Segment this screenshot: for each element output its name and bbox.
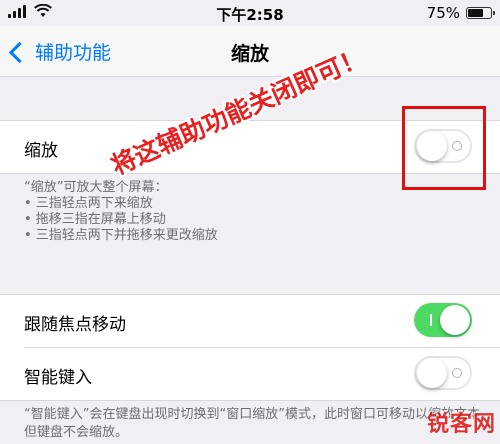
battery-icon xyxy=(466,7,495,19)
toggle-on-indicator-icon xyxy=(430,314,432,326)
zoom-note-line: • 三指轻点两下来缩放 xyxy=(24,196,153,211)
follow-focus-row: 跟随焦点移动 xyxy=(0,295,500,347)
battery-level xyxy=(468,9,483,17)
highlight-box xyxy=(402,106,486,190)
settings-group: 跟随焦点移动 智能键入 xyxy=(0,294,500,401)
nav-bar: 辅助功能 缩放 xyxy=(0,26,500,77)
zoom-note-line: • 拖移三指在屏幕上移动 xyxy=(24,212,166,227)
smart-typing-row: 智能键入 xyxy=(24,347,500,400)
page-title: 缩放 xyxy=(230,43,269,65)
toggle-off-indicator-icon xyxy=(452,368,462,378)
follow-focus-toggle[interactable] xyxy=(414,303,472,337)
status-bar: 下午2:58 75% xyxy=(0,0,500,26)
zoom-note-line: “缩放”可放大整个屏幕： xyxy=(24,180,168,195)
zoom-notes: “缩放”可放大整个屏幕： • 三指轻点两下来缩放 • 拖移三指在屏幕上移动 • … xyxy=(24,180,218,244)
toggle-knob xyxy=(417,358,447,388)
status-time: 下午2:58 xyxy=(216,6,284,24)
smart-typing-label: 智能键入 xyxy=(24,368,92,388)
toggle-knob xyxy=(440,305,470,335)
follow-focus-label: 跟随焦点移动 xyxy=(24,315,126,335)
watermark-logo: 锐客网 xyxy=(426,412,496,437)
status-right: 75% xyxy=(426,4,495,22)
smart-typing-note: “智能键入”会在键盘出现时切换到“窗口缩放”模式，此时窗口可移动以缩放文本，但键… xyxy=(24,407,493,440)
zoom-note-line: • 三指轻点两下并拖移来更改缩放 xyxy=(24,228,218,243)
zoom-label: 缩放 xyxy=(24,141,58,161)
battery-percent: 75% xyxy=(426,4,460,22)
smart-typing-toggle[interactable] xyxy=(414,356,472,390)
